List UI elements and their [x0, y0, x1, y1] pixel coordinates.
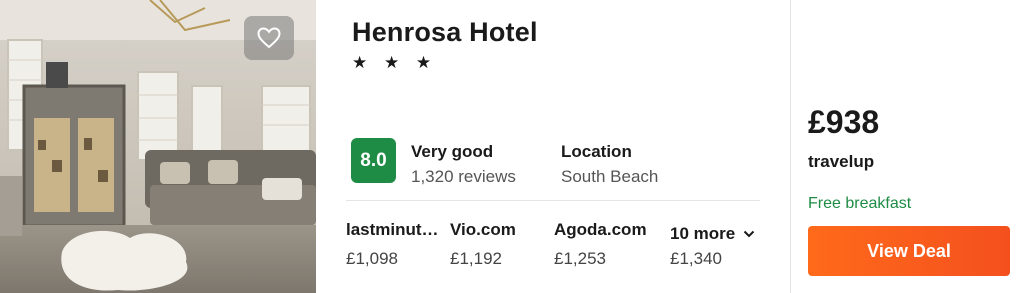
best-deal-panel: £938 travelup Free breakfast View Deal [791, 0, 1024, 293]
favorite-heart-icon [257, 27, 281, 49]
provider-name: Vio.com [450, 220, 516, 239]
divider [346, 200, 760, 201]
hotel-result-card: Henrosa Hotel ★ ★ ★ 8.0 Very good 1,320 … [0, 0, 1024, 293]
deal-price: £938 [808, 104, 880, 140]
provider-offer-lastminute[interactable]: lastminut… £1,098 [346, 220, 446, 269]
rating-label: Very good [411, 142, 494, 161]
provider-offer-agoda[interactable]: Agoda.com £1,253 [554, 220, 654, 269]
more-providers-price: £1,340 [670, 249, 722, 268]
view-deal-button[interactable]: View Deal [808, 226, 1010, 276]
hotel-photo[interactable] [0, 0, 316, 293]
favorite-button[interactable] [244, 16, 294, 60]
more-providers-dropdown[interactable]: 10 more £1,340 [670, 224, 755, 269]
rating-score-badge: 8.0 [351, 138, 396, 183]
location-value[interactable]: South Beach [561, 167, 658, 187]
more-providers-label: 10 more [670, 224, 736, 243]
provider-name: lastminut… [346, 220, 439, 239]
provider-price: £1,098 [346, 249, 398, 268]
provider-name: Agoda.com [554, 220, 647, 239]
deal-perk: Free breakfast [808, 195, 912, 212]
hotel-name[interactable]: Henrosa Hotel [352, 17, 538, 48]
star-rating: ★ ★ ★ [352, 53, 438, 72]
location-label: Location [561, 142, 632, 161]
provider-price: £1,253 [554, 249, 606, 268]
hotel-info: Henrosa Hotel ★ ★ ★ 8.0 Very good 1,320 … [316, 0, 790, 293]
provider-offer-vio[interactable]: Vio.com £1,192 [450, 220, 550, 269]
provider-price: £1,192 [450, 249, 502, 268]
review-count[interactable]: 1,320 reviews [411, 167, 516, 187]
chevron-down-icon [743, 230, 755, 238]
deal-provider: travelup [808, 152, 875, 171]
